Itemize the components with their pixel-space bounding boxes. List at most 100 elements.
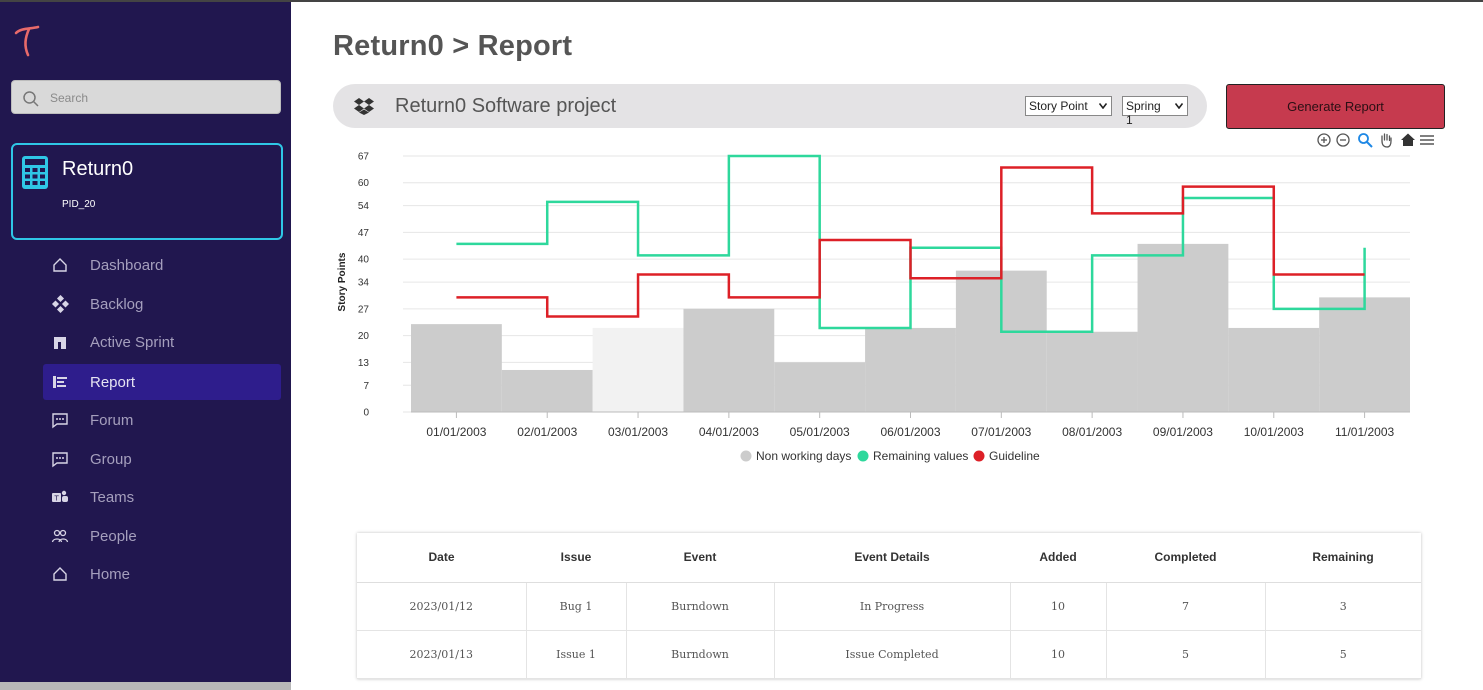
x-tick-label: 11/01/2003: [1335, 425, 1394, 439]
search-input[interactable]: Search: [11, 80, 281, 114]
cell-event: Burndown: [626, 582, 775, 631]
sidebar-item-label: Teams: [90, 489, 135, 506]
generate-report-button[interactable]: Generate Report: [1226, 84, 1445, 129]
bar[interactable]: [1137, 243, 1229, 412]
column-header-remaining[interactable]: Remaining: [1265, 533, 1421, 583]
sidebar-item-teams[interactable]: T Teams: [43, 479, 281, 515]
y-tick-label: 7: [363, 381, 369, 392]
sprint-icon: [54, 337, 66, 349]
x-tick-label: 05/01/2003: [790, 425, 850, 439]
sidebar-scrollbar[interactable]: [0, 682, 291, 690]
cell-added: 10: [1010, 582, 1107, 631]
sidebar-item-forum[interactable]: Forum: [43, 402, 281, 438]
y-tick-label: 34: [358, 278, 370, 289]
legend-marker: [973, 450, 985, 462]
x-tick-label: 08/01/2003: [1062, 425, 1122, 439]
bar[interactable]: [1228, 327, 1320, 412]
chat-icon: [52, 413, 68, 429]
chart-y-axis-label: Story Points: [337, 252, 348, 311]
bar[interactable]: [774, 362, 866, 412]
column-header-added[interactable]: Added: [1010, 533, 1106, 583]
cell-issue: Issue 1: [526, 630, 627, 679]
y-tick-label: 13: [358, 358, 370, 369]
project-card[interactable]: Return0 PID_20: [11, 143, 283, 240]
project-name: Return0: [62, 158, 134, 180]
bar[interactable]: [865, 327, 956, 412]
column-header-issue[interactable]: Issue: [526, 533, 626, 583]
sprint-select-value: Spring 1: [1126, 99, 1161, 127]
y-tick-label: 60: [358, 178, 370, 189]
y-tick-label: 0: [363, 408, 369, 419]
chevron-down-icon: [1099, 103, 1107, 109]
bar[interactable]: [1319, 297, 1410, 412]
people-icon: [51, 529, 69, 543]
cell-event-details: Issue Completed: [774, 630, 1011, 679]
sidebar-item-people[interactable]: People: [43, 518, 281, 554]
legend-label[interactable]: Remaining values: [873, 449, 968, 463]
column-header-date[interactable]: Date: [357, 533, 526, 583]
cell-remaining: 5: [1265, 630, 1421, 679]
legend-label[interactable]: Non working days: [756, 449, 851, 463]
sidebar-item-label: Home: [90, 566, 131, 583]
x-tick-label: 09/01/2003: [1153, 425, 1213, 439]
app-logo[interactable]: [12, 24, 42, 58]
bar[interactable]: [1046, 331, 1138, 412]
bar[interactable]: [592, 327, 684, 412]
legend-marker: [740, 450, 752, 462]
column-header-event[interactable]: Event: [626, 533, 774, 583]
legend-label[interactable]: Guideline: [989, 449, 1040, 463]
column-header-event-details[interactable]: Event Details: [774, 533, 1010, 583]
y-tick-label: 47: [358, 228, 370, 239]
events-table: Date Issue Event Event Details Added Com…: [357, 533, 1421, 679]
cell-date: 2023/01/13: [357, 630, 527, 679]
legend-marker: [857, 450, 869, 462]
sidebar-item-active-sprint[interactable]: Active Sprint: [43, 324, 281, 360]
chart-legend[interactable]: Non working days Remaining values Guidelin…: [740, 449, 1041, 463]
project-bar: Return0 Software project Story Point Spr…: [333, 84, 1207, 128]
cell-completed: 7: [1106, 582, 1266, 631]
sidebar: Search Return0 PID_20 Dashboard Backlog …: [0, 2, 291, 690]
sidebar-item-dashboard[interactable]: Dashboard: [43, 247, 281, 283]
x-tick-label: 06/01/2003: [880, 425, 940, 439]
chart-y-ticks: 0 7 13 20 27 34 40 47 54 60 67: [358, 152, 370, 419]
chat-icon: [52, 452, 68, 468]
bar[interactable]: [501, 369, 593, 412]
table-header-row: Date Issue Event Event Details Added Com…: [357, 533, 1421, 583]
home-icon: [53, 258, 67, 272]
sidebar-item-backlog[interactable]: Backlog: [43, 286, 281, 322]
sidebar-item-report[interactable]: Report: [43, 364, 281, 400]
search-placeholder: Search: [50, 91, 89, 105]
svg-text:T: T: [54, 495, 60, 503]
x-tick-label: 03/01/2003: [608, 425, 668, 439]
sidebar-item-group[interactable]: Group: [43, 441, 281, 477]
column-header-completed[interactable]: Completed: [1106, 533, 1265, 583]
x-tick-label: 10/01/2003: [1244, 425, 1304, 439]
cell-remaining: 3: [1265, 582, 1421, 631]
metric-select[interactable]: Story Point: [1025, 96, 1112, 116]
diamond-icon: [51, 295, 69, 313]
bar[interactable]: [683, 308, 775, 412]
y-tick-label: 27: [358, 304, 370, 315]
cell-event: Burndown: [626, 630, 775, 679]
x-tick-label: 01/01/2003: [426, 425, 486, 439]
table-row[interactable]: 2023/01/13 Issue 1 Burndown Issue Comple…: [357, 630, 1421, 679]
sprint-select[interactable]: Spring 1: [1122, 96, 1188, 127]
chart-x-ticks: 01/01/2003 02/01/2003 03/01/2003 04/01/2003…: [411, 411, 1410, 439]
sidebar-item-home[interactable]: Home: [43, 556, 281, 592]
table-row[interactable]: 2023/01/12 Bug 1 Burndown In Progress 10…: [357, 582, 1421, 631]
sidebar-item-label: Group: [90, 451, 132, 468]
sidebar-item-label: Active Sprint: [90, 334, 175, 351]
search-icon: [23, 91, 39, 107]
bar[interactable]: [411, 324, 502, 412]
project-title: Return0 Software project: [395, 95, 617, 117]
x-tick-label: 07/01/2003: [971, 425, 1031, 439]
dropbox-icon: [354, 98, 374, 115]
metric-select-value: Story Point: [1029, 99, 1088, 113]
cell-added: 10: [1010, 630, 1107, 679]
cell-issue: Bug 1: [526, 582, 627, 631]
sidebar-item-label: Report: [90, 374, 136, 391]
sidebar-item-label: Forum: [90, 412, 134, 429]
page-title: Return0 > Report: [333, 30, 573, 62]
y-tick-label: 20: [358, 331, 370, 342]
report-icon: [53, 376, 67, 388]
